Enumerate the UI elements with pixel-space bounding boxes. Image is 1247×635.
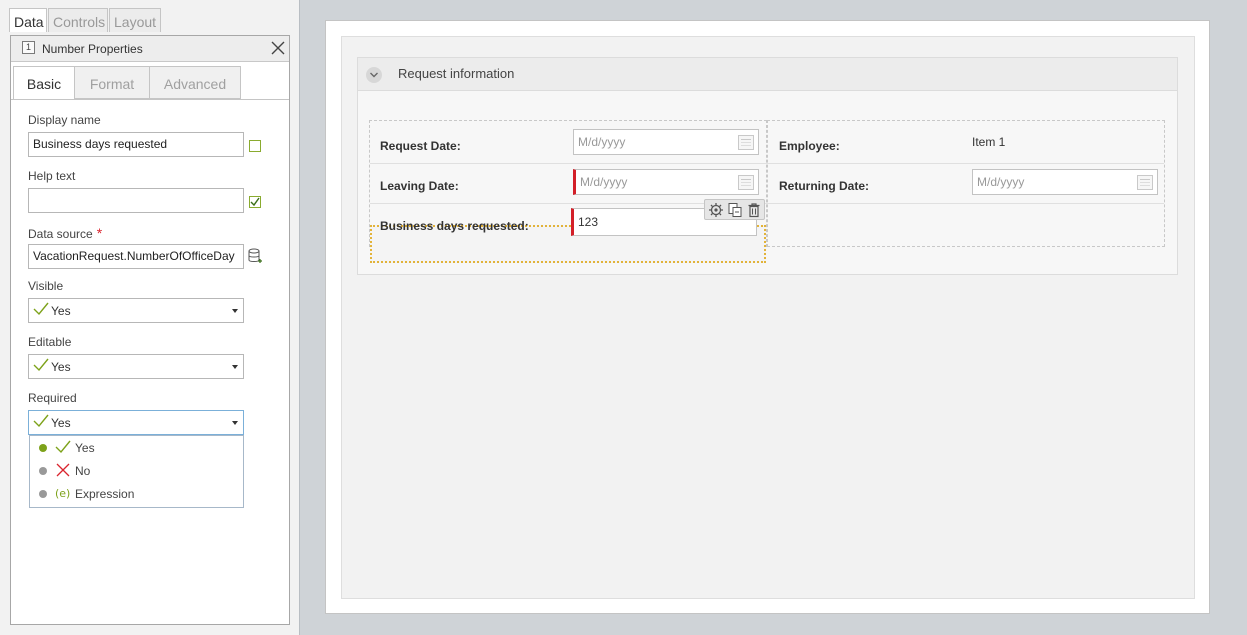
row-divider — [370, 203, 1164, 204]
option-label: Yes — [75, 441, 95, 455]
option-yes[interactable]: Yes — [30, 437, 243, 459]
section-header[interactable]: Request information — [358, 58, 1177, 91]
gear-icon — [709, 203, 723, 217]
trash-icon — [748, 203, 760, 218]
request-date-input[interactable]: M/d/yyyy — [573, 129, 759, 155]
tab-layout[interactable]: Layout — [109, 8, 161, 32]
data-source-label: Data source * — [28, 225, 103, 241]
returning-date-input[interactable]: M/d/yyyy — [972, 169, 1158, 195]
display-name-label: Display name — [28, 113, 101, 127]
chevron-down-icon — [370, 72, 378, 78]
returning-date-label: Returning Date: — [779, 179, 869, 193]
subtab-format[interactable]: Format — [74, 66, 150, 99]
display-name-checkbox[interactable] — [249, 140, 261, 152]
required-dropdown: Yes No (e) Expression — [29, 435, 244, 508]
tab-data[interactable]: Data — [9, 8, 47, 32]
required-asterisk: * — [96, 225, 103, 241]
number-icon: 1 — [22, 41, 35, 54]
subtab-advanced[interactable]: Advanced — [149, 66, 241, 99]
employee-label: Employee: — [779, 139, 840, 153]
section-title: Request information — [398, 66, 515, 81]
employee-value: Item 1 — [972, 135, 1006, 149]
selected-dot-icon — [39, 444, 47, 452]
required-select[interactable]: Yes — [28, 410, 244, 435]
visible-label: Visible — [28, 279, 64, 293]
request-date-label: Request Date: — [380, 139, 461, 153]
help-text-checkbox[interactable] — [249, 196, 261, 208]
required-label: Required — [28, 391, 77, 405]
copy-button[interactable] — [727, 202, 743, 218]
calendar-icon[interactable] — [1137, 175, 1153, 190]
database-icon[interactable] — [248, 248, 262, 265]
data-source-input[interactable]: VacationRequest.NumberOfOfficeDay — [28, 244, 244, 269]
calendar-icon[interactable] — [738, 175, 754, 190]
svg-text:(e): (e) — [55, 487, 70, 500]
expression-icon: (e) — [55, 487, 70, 500]
collapse-button[interactable] — [366, 67, 382, 83]
editable-select[interactable]: Yes — [28, 354, 244, 379]
option-no[interactable]: No — [30, 460, 243, 482]
close-icon — [271, 41, 285, 55]
form-container: Request information Request Date: M/d/yy… — [341, 36, 1195, 599]
visible-value: Yes — [51, 304, 71, 318]
leaving-date-input[interactable]: M/d/yyyy — [573, 169, 759, 195]
control-toolbar — [704, 199, 765, 220]
display-name-input[interactable]: Business days requested — [28, 132, 244, 157]
option-label: No — [75, 464, 91, 478]
business-days-label: Business days requested: — [380, 219, 529, 233]
tab-controls[interactable]: Controls — [48, 8, 108, 32]
check-icon — [55, 440, 71, 454]
help-text-input[interactable] — [28, 188, 244, 213]
checkmark-icon — [250, 197, 260, 207]
close-button[interactable] — [268, 38, 288, 58]
subtab-divider — [11, 99, 289, 100]
chevron-down-icon — [232, 365, 238, 369]
delete-button[interactable] — [746, 202, 762, 218]
editable-label: Editable — [28, 335, 72, 349]
left-panel: Data Controls Layout 1 Number Properties… — [0, 0, 300, 635]
properties-title: Number Properties — [42, 42, 143, 56]
check-icon — [33, 414, 49, 428]
copy-icon — [728, 203, 742, 217]
help-text-label: Help text — [28, 169, 76, 183]
calendar-icon[interactable] — [738, 135, 754, 150]
properties-header: 1 Number Properties — [11, 36, 289, 62]
settings-button[interactable] — [708, 202, 724, 218]
leaving-date-label: Leaving Date: — [380, 179, 459, 193]
request-information-section: Request information Request Date: M/d/yy… — [357, 57, 1178, 275]
editable-value: Yes — [51, 360, 71, 374]
row-divider — [370, 163, 1164, 164]
chevron-down-icon — [232, 421, 238, 425]
option-label: Expression — [75, 487, 135, 501]
chevron-down-icon — [232, 309, 238, 313]
x-icon — [56, 463, 70, 477]
form-canvas: Request information Request Date: M/d/yy… — [325, 20, 1210, 614]
number-properties-window: 1 Number Properties Basic Format Advance… — [10, 35, 290, 625]
check-icon — [33, 302, 49, 316]
check-icon — [33, 358, 49, 372]
option-expression[interactable]: (e) Expression — [30, 483, 243, 505]
radio-dot-icon — [39, 490, 47, 498]
subtab-basic[interactable]: Basic — [13, 66, 75, 100]
required-value: Yes — [51, 416, 71, 430]
visible-select[interactable]: Yes — [28, 298, 244, 323]
radio-dot-icon — [39, 467, 47, 475]
